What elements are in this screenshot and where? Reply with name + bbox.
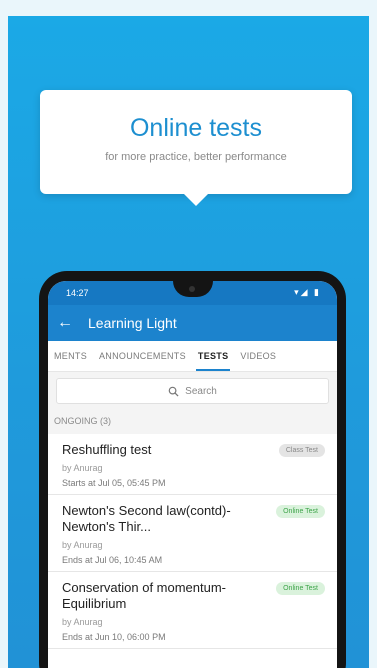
status-time: 14:27: [66, 288, 89, 298]
search-icon: [168, 386, 179, 397]
test-type-badge: Class Test: [278, 444, 325, 457]
tab-assignments[interactable]: MENTS: [48, 341, 93, 371]
test-title: Reshuffling test: [62, 442, 152, 457]
test-item[interactable]: Conservation of momentum-Equilibrium by …: [48, 572, 337, 649]
test-time: Ends at Jun 10, 06:00 PM: [62, 632, 166, 642]
tab-bar: MENTS ANNOUNCEMENTS TESTS VIDEOS: [48, 341, 337, 372]
tab-announcements[interactable]: ANNOUNCEMENTS: [93, 341, 192, 371]
test-time: Ends at Jul 06, 10:45 AM: [62, 555, 163, 565]
section-header-ongoing: ONGOING (3): [48, 410, 337, 434]
promo-bubble: Online tests for more practice, better p…: [40, 90, 352, 206]
bubble-tail: [184, 194, 208, 206]
promo-panel: Online tests for more practice, better p…: [8, 16, 369, 668]
promo-title: Online tests: [129, 114, 262, 142]
test-author: by Anurag: [62, 540, 103, 550]
app-title: Learning Light: [88, 315, 177, 331]
search-bar-container: Search: [48, 372, 337, 410]
search-input[interactable]: Search: [56, 378, 329, 404]
camera-notch: [172, 281, 213, 297]
test-item[interactable]: Newton's Second law(contd)-Newton's Thir…: [48, 495, 337, 572]
search-placeholder: Search: [185, 385, 217, 397]
test-type-badge: Online Test: [276, 505, 325, 518]
phone-screen: 14:27 ▾◢ ▮ ← Learning Light MENTS ANNOUN…: [48, 281, 337, 668]
back-arrow-icon[interactable]: ←: [48, 314, 82, 332]
status-icons: ▾◢ ▮: [294, 287, 321, 297]
promo-subtitle: for more practice, better performance: [105, 151, 287, 163]
phone-frame: 14:27 ▾◢ ▮ ← Learning Light MENTS ANNOUN…: [39, 271, 346, 668]
status-bar: 14:27 ▾◢ ▮: [48, 281, 337, 305]
app-bar: ← Learning Light: [48, 305, 337, 341]
tab-tests[interactable]: TESTS: [192, 341, 235, 371]
test-time: Starts at Jul 05, 05:45 PM: [62, 478, 166, 488]
test-author: by Anurag: [62, 463, 103, 473]
test-type-badge: Online Test: [276, 582, 325, 595]
test-item[interactable]: Reshuffling test by Anurag Starts at Jul…: [48, 434, 337, 495]
tab-videos[interactable]: VIDEOS: [234, 341, 282, 371]
camera-icon: [188, 286, 195, 292]
test-title: Conservation of momentum-Equilibrium: [62, 580, 227, 611]
test-author: by Anurag: [62, 617, 103, 627]
test-title: Newton's Second law(contd)-Newton's Thir…: [62, 503, 231, 534]
